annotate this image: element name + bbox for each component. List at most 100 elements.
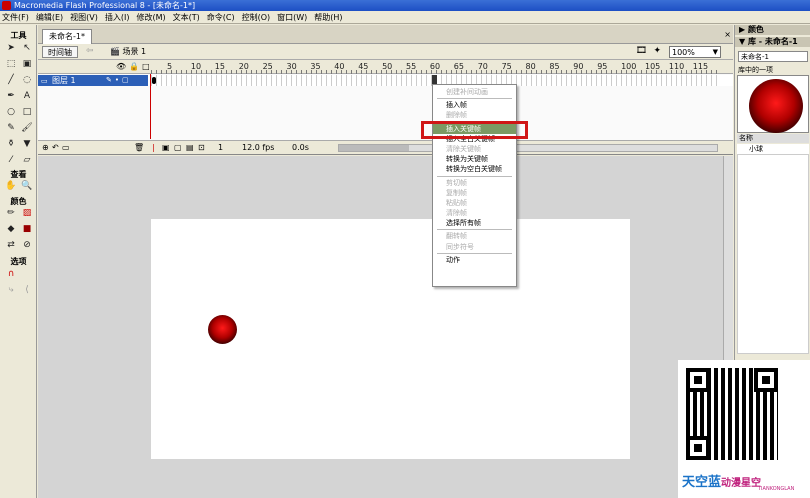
menu-separator (437, 229, 512, 231)
brush-tool-icon[interactable]: 🖌 (19, 120, 35, 136)
text-tool-icon[interactable]: A (19, 88, 35, 104)
menu-help[interactable]: 帮助(H) (314, 12, 342, 23)
onion-skin-icon[interactable]: ▣ (162, 143, 170, 153)
document-tab[interactable]: 未命名-1* (42, 29, 92, 44)
frame-context-menu: 创建补间动画 插入帧 删除帧 插入关键帧 插入空白关键帧 清除关键帧 转换为关键帧 转换为空白… (432, 84, 517, 287)
onion-markers-icon[interactable]: ⊡ (198, 143, 205, 153)
highlight-box (421, 121, 528, 139)
menu-window[interactable]: 窗口(W) (277, 12, 307, 23)
layer-row[interactable]: ▭ 图层 1 ✎•▢ (38, 75, 733, 86)
smooth-icon[interactable]: ⤷ (3, 282, 19, 298)
tools-panel: 工具 ➤ ↖ ⬚ ▣ ╱ ◌ ✒ A ○ □ ✎ 🖌 ⚱ ▼ ⁄ ▱ 查看 ✋ … (0, 25, 37, 498)
layer-name-cell[interactable]: ▭ 图层 1 ✎•▢ (38, 75, 148, 86)
timeline-toggle-button[interactable]: 时间轴 (42, 46, 78, 58)
delete-layer-icon[interactable]: 🗑 (134, 143, 144, 153)
no-color-icon[interactable]: ⊘ (19, 237, 35, 253)
library-doc-select[interactable]: 未命名-1 (738, 51, 808, 62)
menu-insert[interactable]: 插入(I) (105, 12, 130, 23)
brand-logo: 天空蓝动漫星空 (678, 468, 810, 498)
swap-colors-icon[interactable]: ⇄ (3, 237, 19, 253)
context-menu-item[interactable]: 插入帧 (433, 100, 516, 110)
menu-bar: 文件(F) 编辑(E) 视图(V) 插入(I) 修改(M) 文本(T) 命令(C… (0, 11, 810, 24)
edit-symbol-icon[interactable]: ✦ (653, 46, 661, 56)
straighten-icon[interactable]: ⟨ (19, 282, 35, 298)
fill-swatch[interactable]: ■ (19, 221, 35, 237)
context-menu-item[interactable]: 选择所有帧 (433, 218, 516, 228)
close-doc-icon[interactable]: × (724, 30, 731, 39)
menu-text[interactable]: 文本(T) (173, 12, 200, 23)
pencil-tool-icon[interactable]: ✎ (3, 120, 19, 136)
layer-toggle-icons[interactable]: 👁🔒□ (116, 62, 153, 71)
qr-finder (686, 436, 710, 460)
playhead[interactable] (150, 74, 151, 139)
context-menu-item[interactable]: 转换为空白关键帧 (433, 164, 516, 174)
flash-logo-icon (2, 1, 11, 10)
menu-modify[interactable]: 修改(M) (136, 12, 165, 23)
stroke-swatch[interactable]: ▨ (19, 205, 35, 221)
zoom-tool-icon[interactable]: 🔍 (19, 178, 35, 194)
menu-view[interactable]: 视图(V) (70, 12, 98, 23)
library-panel-header[interactable]: ▼ 库 - 未命名-1 (735, 37, 810, 47)
timeline-header: 👁🔒□ 5 10 15 20 25 30 35 40 45 50 55 60 65 70 75 80 85 90 9… (38, 60, 733, 74)
library-item-label: 小球 (749, 145, 763, 153)
add-layer-icon[interactable]: ⊕ (42, 143, 49, 153)
scene-icon: 🎬 (110, 47, 120, 56)
color-panel-header[interactable]: ▶ 颜色 (735, 25, 810, 35)
title-bar: Macromedia Flash Professional 8 - [未命名-1… (0, 0, 810, 11)
menu-file[interactable]: 文件(F) (2, 12, 29, 23)
oval-tool-icon[interactable]: ○ (3, 104, 19, 120)
fill-color-icon[interactable]: ◆ (3, 221, 19, 237)
hand-tool-icon[interactable]: ✋ (3, 178, 19, 194)
qr-watermark: 天空蓝动漫星空 TIANKONGLAN (678, 360, 810, 498)
lasso-tool-icon[interactable]: ◌ (19, 72, 35, 88)
stroke-color-icon[interactable]: ✏ (3, 205, 19, 221)
line-tool-icon[interactable]: ╱ (3, 72, 19, 88)
frame-rate: 12.0 fps (242, 143, 275, 152)
window-title: Macromedia Flash Professional 8 - [未命名-1… (14, 1, 196, 10)
option-tools: ∩ ⤷ ⟨ (3, 266, 35, 298)
context-menu-item: 清除关键帧 (446, 144, 481, 153)
red-ball-symbol[interactable] (208, 315, 237, 344)
eyedropper-icon[interactable]: ⁄ (3, 152, 19, 168)
tool-grid: ➤ ↖ ⬚ ▣ ╱ ◌ ✒ A ○ □ ✎ 🖌 ⚱ ▼ ⁄ ▱ (3, 40, 35, 168)
rect-tool-icon[interactable]: □ (19, 104, 35, 120)
zoom-value: 100% (672, 48, 695, 57)
library-panel-title: 库 - 未命名-1 (747, 37, 798, 46)
flash-app-window: Macromedia Flash Professional 8 - [未命名-1… (0, 0, 810, 498)
qr-finder (754, 368, 778, 392)
timeline-panel: 👁🔒□ 5 10 15 20 25 30 35 40 45 50 55 60 65 70 75 80 85 90 9… (38, 60, 733, 155)
add-guide-icon[interactable]: ↶ (52, 143, 59, 153)
menu-commands[interactable]: 命令(C) (207, 12, 235, 23)
pen-tool-icon[interactable]: ✒ (3, 88, 19, 104)
zoom-select[interactable]: 100% ▼ (669, 46, 721, 58)
context-menu-item[interactable]: 动作 (433, 255, 516, 265)
context-menu-item: 同步符号 (446, 242, 474, 251)
timeline-scrollbar[interactable] (338, 144, 718, 152)
subselect-tool-icon[interactable]: ↖ (19, 40, 35, 56)
arrow-tool-icon[interactable]: ➤ (3, 40, 19, 56)
scroll-thumb[interactable] (339, 145, 409, 151)
context-menu-item: 创建补间动画 (446, 88, 488, 96)
add-folder-icon[interactable]: ▭ (62, 143, 70, 153)
free-transform-icon[interactable]: ⬚ (3, 56, 19, 72)
library-name-column[interactable]: 名称 (737, 134, 809, 143)
eraser-tool-icon[interactable]: ▱ (19, 152, 35, 168)
edit-scene-icon[interactable]: 🎞 (636, 46, 647, 56)
snap-magnet-icon[interactable]: ∩ (3, 266, 19, 282)
scene-label: 场景 1 (122, 47, 147, 56)
paint-bucket-icon[interactable]: ▼ (19, 136, 35, 152)
timeline-footer: ⊕ ↶ ▭ 🗑 | ▣ ▢ ▤ ⊡ 1 12.0 fps 0.0s (38, 140, 733, 154)
onion-outline-icon[interactable]: ▢ (174, 143, 182, 153)
edit-multiple-icon[interactable]: ▤ (186, 143, 194, 153)
menu-separator (437, 98, 512, 100)
center-frame-icon[interactable]: | (152, 143, 155, 153)
menu-control[interactable]: 控制(O) (242, 12, 271, 23)
library-item[interactable]: 小球 (737, 144, 809, 154)
context-menu-item[interactable]: 转换为关键帧 (433, 154, 516, 164)
scene-breadcrumb[interactable]: 🎬 场景 1 (110, 46, 146, 58)
ink-bottle-icon[interactable]: ⚱ (3, 136, 19, 152)
brand-sub: 动漫星空 (721, 478, 762, 489)
menu-edit[interactable]: 编辑(E) (36, 12, 63, 23)
back-arrow-icon[interactable]: ⇦ (86, 46, 94, 56)
gradient-transform-icon[interactable]: ▣ (19, 56, 35, 72)
